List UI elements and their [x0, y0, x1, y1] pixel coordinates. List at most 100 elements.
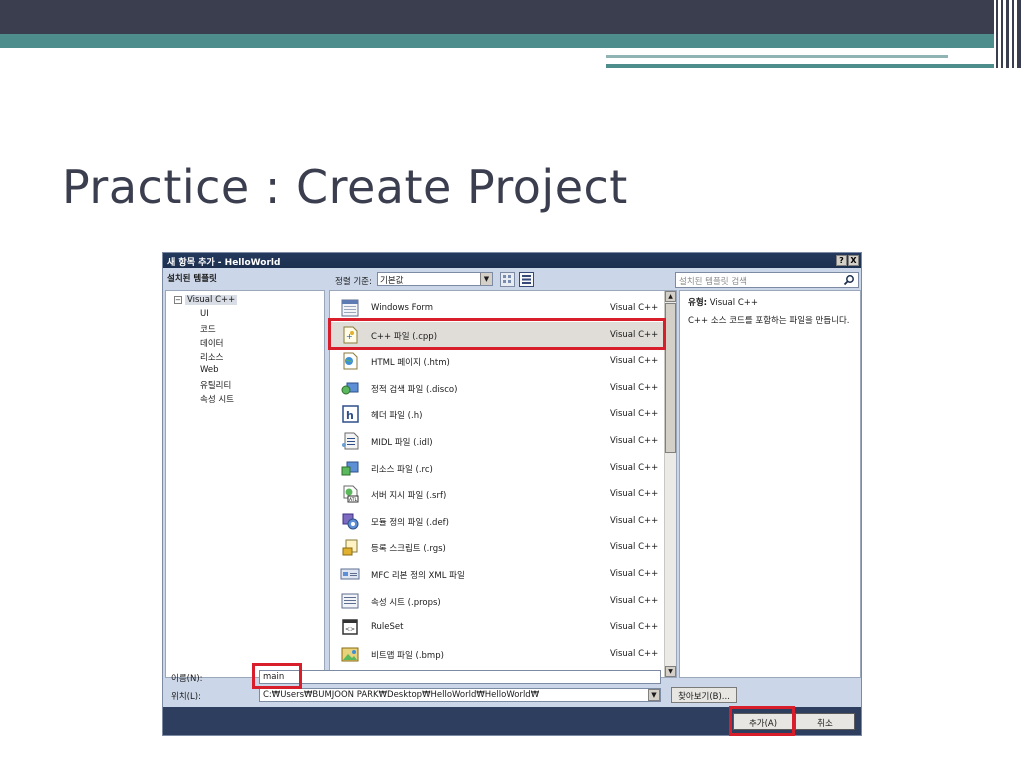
template-name: 모듈 정의 파일 (.def) — [371, 517, 449, 528]
search-placeholder: 설치된 템플릿 검색 — [679, 277, 747, 287]
svg-text:<>: <> — [345, 626, 355, 633]
template-description: 유형: Visual C++ C++ 소스 코드를 포함하는 파일을 만듭니다. — [679, 290, 861, 678]
template-language: Visual C++ — [610, 515, 659, 526]
chevron-down-icon[interactable]: ▼ — [648, 689, 660, 701]
search-icon[interactable] — [843, 274, 855, 286]
template-row[interactable]: 비트맵 파일 (.bmp) Visual C++ — [330, 641, 664, 667]
svg-text:h: h — [346, 409, 354, 422]
scroll-down-icon[interactable]: ▼ — [665, 666, 676, 677]
accent-line — [606, 55, 948, 58]
template-name: HTML 페이지 (.htm) — [371, 358, 450, 369]
name-label: 이름(N): — [171, 674, 203, 684]
header-file-icon: h — [342, 405, 359, 424]
close-button[interactable]: X — [848, 255, 859, 266]
slide: Practice : Create Project 새 항목 추가 - Hell… — [0, 0, 1024, 768]
tree-item-visual-cpp[interactable]: − Visual C++ — [174, 295, 238, 305]
corner-bars — [994, 0, 1024, 68]
template-row[interactable]: 정적 검색 파일 (.disco) Visual C++ — [330, 375, 664, 401]
template-language: Visual C++ — [610, 356, 659, 367]
template-name: 리소스 파일 (.rc) — [371, 464, 433, 475]
template-row[interactable]: 모듈 정의 파일 (.def) Visual C++ — [330, 508, 664, 534]
accent-line — [606, 64, 1024, 68]
template-language: Visual C++ — [610, 436, 659, 446]
rgs-file-icon — [342, 539, 358, 556]
header-band — [0, 0, 1024, 34]
ruleset-icon: <> — [342, 619, 358, 635]
template-row[interactable]: 등록 스크립트 (.rgs) Visual C++ — [330, 534, 664, 560]
template-row[interactable]: MFC 리본 정의 XML 파일 Visual C++ — [330, 561, 664, 587]
location-input[interactable]: C:₩Users₩BUMJOON PARK₩Desktop₩HelloWorld… — [259, 688, 661, 702]
template-row[interactable]: <> RuleSet Visual C++ — [330, 614, 664, 640]
type-label: 유형: — [688, 298, 708, 308]
sort-value: 기본값 — [380, 276, 404, 286]
windows-form-icon — [341, 299, 359, 317]
small-icons-view-button[interactable] — [500, 272, 515, 287]
sort-label: 정렬 기준: — [335, 277, 372, 287]
template-row[interactable]: 속성 시트 (.props) Visual C++ — [330, 588, 664, 614]
tree-item-ui[interactable]: UI — [200, 309, 209, 319]
template-language: Visual C++ — [610, 409, 659, 420]
template-language: Visual C++ — [610, 595, 659, 606]
template-name: MFC 리본 정의 XML 파일 — [371, 571, 465, 581]
browse-button[interactable]: 찾아보기(B)... — [671, 687, 737, 703]
midl-file-icon — [342, 432, 359, 450]
template-row[interactable]: MIDL 파일 (.idl) Visual C++ — [330, 428, 664, 454]
disco-file-icon — [341, 382, 359, 395]
template-row[interactable]: 리소스 파일 (.rc) Visual C++ — [330, 455, 664, 481]
small-icons-icon — [503, 275, 511, 283]
template-name: Windows Form — [371, 303, 434, 313]
template-name: MIDL 파일 (.idl) — [371, 438, 433, 448]
html-page-icon — [343, 352, 358, 370]
template-language: Visual C++ — [610, 382, 659, 393]
template-name: 정적 검색 파일 (.disco) — [371, 384, 458, 395]
template-name: 속성 시트 (.props) — [371, 597, 441, 608]
location-label: 위치(L): — [171, 692, 201, 702]
search-input[interactable]: 설치된 템플릿 검색 — [675, 272, 859, 288]
template-language: Visual C++ — [610, 303, 659, 313]
tree-item-code[interactable]: 코드 — [200, 323, 216, 335]
slide-title: Practice : Create Project — [62, 160, 628, 214]
name-input[interactable]: main — [259, 670, 661, 684]
header-stripe — [0, 34, 1024, 48]
template-name: 헤더 파일 (.h) — [371, 411, 423, 422]
tree-item-web[interactable]: Web — [200, 365, 219, 375]
sort-select[interactable]: 기본값 ▼ — [377, 272, 493, 286]
tree-item-resource[interactable]: 리소스 — [200, 351, 223, 363]
type-value: Visual C++ — [709, 298, 759, 308]
svg-text:ATL: ATL — [349, 497, 357, 503]
template-row[interactable]: ATL 서버 지시 파일 (.srf) Visual C++ — [330, 481, 664, 507]
highlight-name-input — [252, 663, 302, 689]
dialog-title: 새 항목 추가 - HelloWorld — [167, 258, 281, 268]
tree-item-utility[interactable]: 유틸리티 — [200, 379, 231, 391]
template-language: Visual C++ — [610, 542, 659, 553]
template-language: Visual C++ — [610, 648, 659, 659]
collapse-icon[interactable]: − — [174, 295, 182, 304]
list-view-icon — [522, 275, 531, 284]
template-language: Visual C++ — [610, 489, 659, 500]
installed-templates-header: 설치된 템플릿 — [167, 274, 217, 284]
template-name: 비트맵 파일 (.bmp) — [371, 650, 444, 661]
tree-item-data[interactable]: 데이터 — [200, 337, 223, 349]
template-row[interactable]: HTML 페이지 (.htm) Visual C++ — [330, 348, 664, 374]
list-view-button[interactable] — [519, 272, 534, 287]
help-button[interactable]: ? — [836, 255, 847, 266]
highlight-add-button — [729, 706, 795, 736]
template-row[interactable]: h 헤더 파일 (.h) Visual C++ — [330, 401, 664, 427]
template-name: RuleSet — [371, 622, 404, 633]
template-language: Visual C++ — [610, 462, 659, 473]
chevron-down-icon[interactable]: ▼ — [480, 273, 492, 285]
description-text: C++ 소스 코드를 포함하는 파일을 만듭니다. — [688, 316, 850, 326]
tree-item-property-sheet[interactable]: 속성 시트 — [200, 393, 234, 405]
resource-file-icon — [341, 461, 359, 476]
srf-file-icon: ATL — [343, 485, 359, 503]
ribbon-xml-icon — [340, 568, 360, 580]
template-language: Visual C++ — [610, 622, 659, 633]
template-name: 서버 지시 파일 (.srf) — [371, 491, 447, 502]
cancel-button[interactable]: 취소 — [795, 713, 855, 730]
template-tree: − Visual C++ UI 코드 데이터 리소스 Web 유틸리티 속성 시트 — [165, 290, 325, 678]
dialog-titlebar[interactable]: 새 항목 추가 - HelloWorld ? X — [163, 253, 861, 268]
template-language: Visual C++ — [610, 569, 659, 579]
scroll-thumb[interactable] — [665, 303, 676, 453]
template-name: 등록 스크립트 (.rgs) — [371, 544, 446, 555]
scroll-up-icon[interactable]: ▲ — [665, 291, 676, 302]
